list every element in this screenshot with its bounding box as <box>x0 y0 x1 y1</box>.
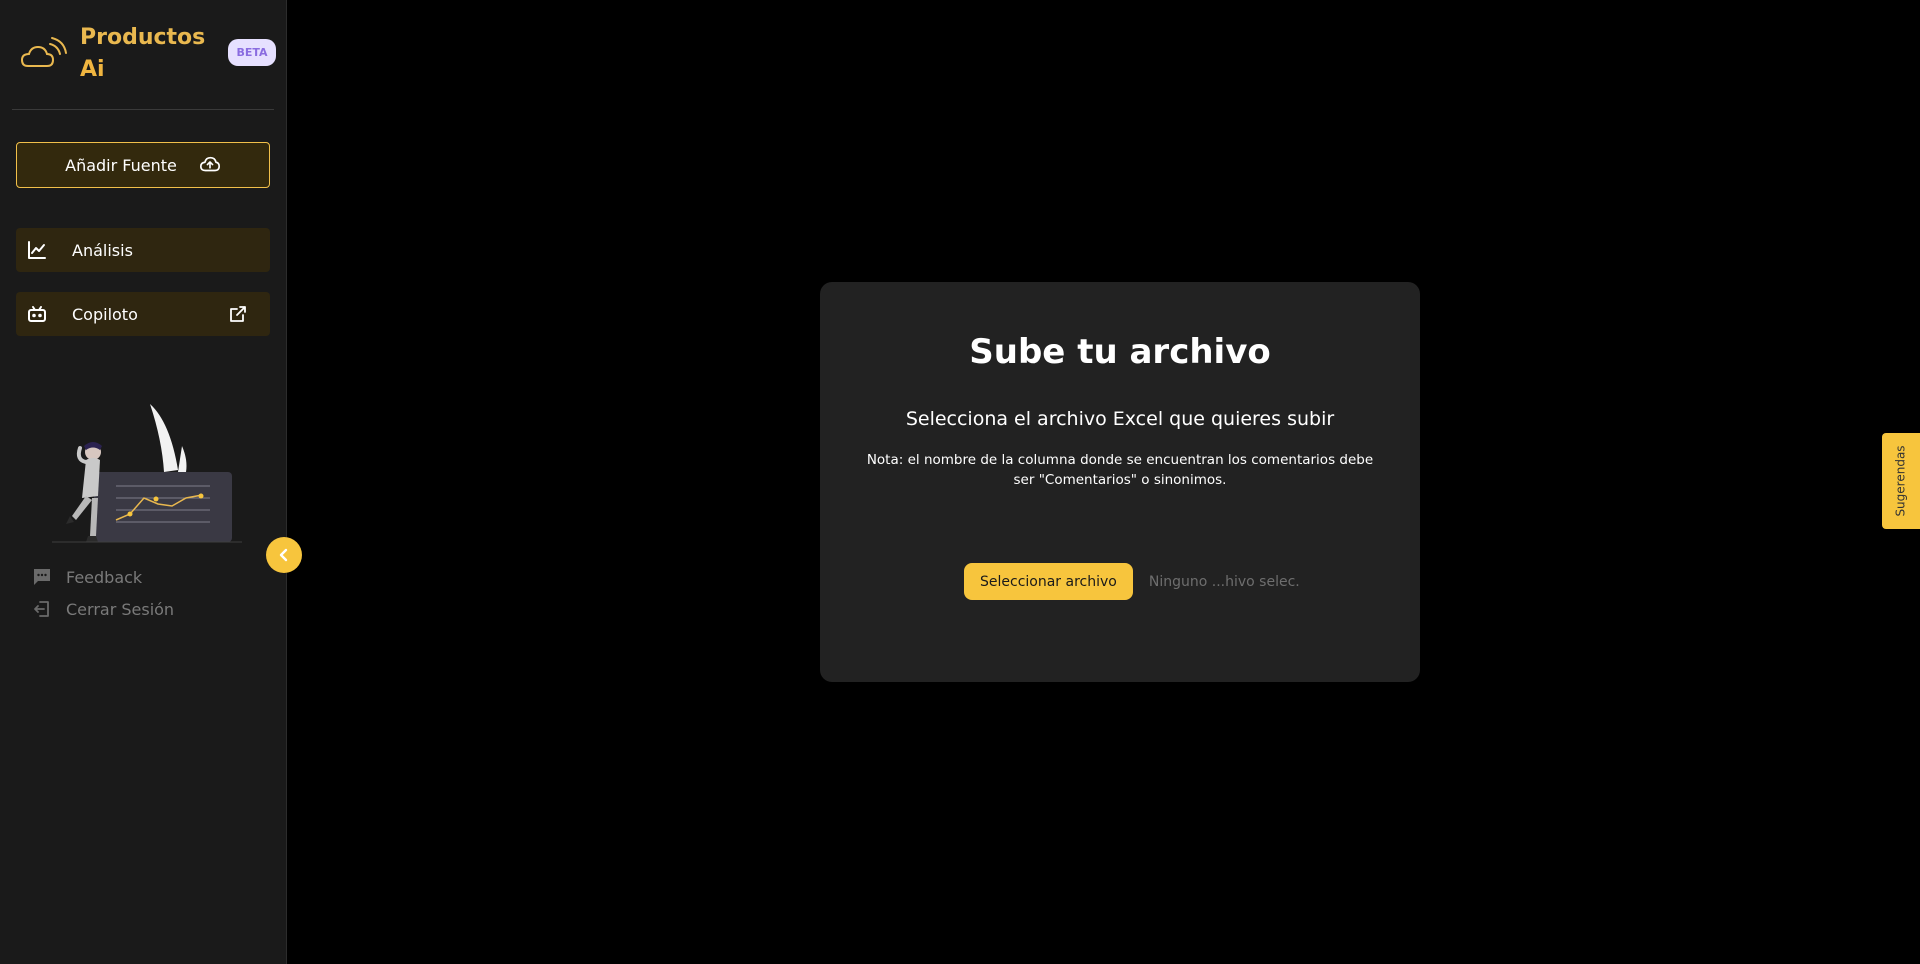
upload-subtitle: Selecciona el archivo Excel que quieres … <box>905 408 1335 430</box>
sidebar-item-label: Copiloto <box>72 304 138 324</box>
upload-card: Sube tu archivo Selecciona el archivo Ex… <box>820 282 1420 682</box>
feedback-label: Feedback <box>66 567 143 587</box>
analytics-illustration <box>52 404 242 543</box>
brand-name-line1: Productos <box>80 25 206 50</box>
logout-icon <box>32 599 52 619</box>
add-source-button[interactable]: Añadir Fuente <box>16 142 270 188</box>
brand-name: Productos Ai <box>80 22 205 86</box>
beta-badge: BETA <box>228 39 276 66</box>
cloud-logo-icon <box>20 37 67 67</box>
sidebar-item-copiloto[interactable]: Copiloto <box>16 292 270 336</box>
upload-title: Sube tu archivo <box>969 332 1271 372</box>
logout-link[interactable]: Cerrar Sesión <box>32 597 174 621</box>
bot-icon <box>26 303 48 325</box>
file-input[interactable]: Seleccionar archivo Ninguno ...hivo sele… <box>964 563 1300 600</box>
sidebar: Productos Ai BETA Añadir Fuente Análisis <box>0 0 287 964</box>
upload-note: Nota: el nombre de la columna donde se e… <box>866 452 1374 488</box>
select-file-button[interactable]: Seleccionar archivo <box>964 563 1133 600</box>
suggestions-tab[interactable]: Sugerendas <box>1882 433 1920 529</box>
sidebar-collapse-button[interactable] <box>266 537 302 573</box>
sidebar-item-analisis[interactable]: Análisis <box>16 228 270 272</box>
line-chart-icon <box>26 239 48 261</box>
suggestions-tab-label: Sugerendas <box>1894 445 1909 517</box>
feedback-link[interactable]: Feedback <box>32 565 142 589</box>
sidebar-divider <box>12 109 274 110</box>
chat-icon <box>32 567 52 587</box>
external-link-icon[interactable] <box>228 304 248 324</box>
add-source-label: Añadir Fuente <box>65 155 177 175</box>
chevron-left-icon <box>279 548 288 562</box>
cloud-upload-icon <box>199 156 220 172</box>
file-status: Ninguno ...hivo selec. <box>1148 573 1300 590</box>
brand[interactable]: Productos Ai BETA <box>20 20 276 86</box>
logout-label: Cerrar Sesión <box>66 599 175 619</box>
brand-name-line2: Ai <box>80 57 105 82</box>
sidebar-item-label: Análisis <box>72 240 133 260</box>
